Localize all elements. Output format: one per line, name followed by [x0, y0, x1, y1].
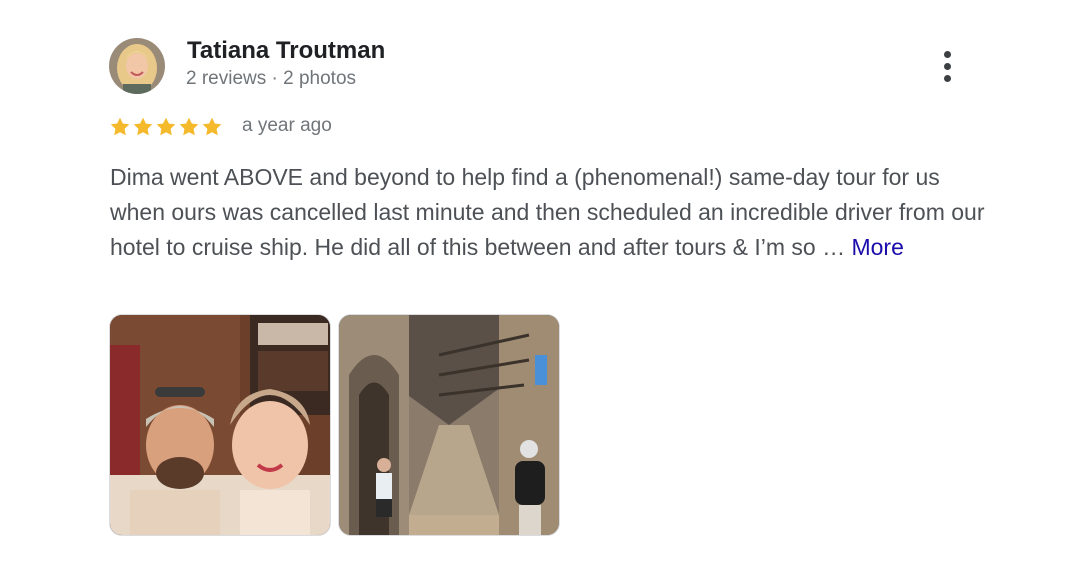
more-vert-icon: [943, 50, 951, 58]
avatar[interactable]: [109, 38, 165, 94]
star-icon: [202, 117, 222, 136]
star-icon: [156, 117, 176, 136]
more-link[interactable]: More: [851, 234, 903, 260]
star-rating: [109, 116, 223, 138]
review-photo[interactable]: [339, 315, 559, 535]
reviewer-name[interactable]: Tatiana Troutman: [187, 37, 385, 65]
star-icon: [110, 117, 130, 136]
review-text: Dima went ABOVE and beyond to help find …: [110, 160, 990, 265]
more-options-button[interactable]: [930, 48, 964, 84]
reviewer-meta: 2 reviews · 2 photos: [186, 68, 357, 89]
star-icon: [179, 117, 199, 136]
review-time: a year ago: [242, 115, 332, 136]
review-card: Tatiana Troutman 2 reviews · 2 photos a …: [0, 0, 1080, 562]
star-icon: [133, 117, 153, 136]
review-photo[interactable]: [110, 315, 330, 535]
